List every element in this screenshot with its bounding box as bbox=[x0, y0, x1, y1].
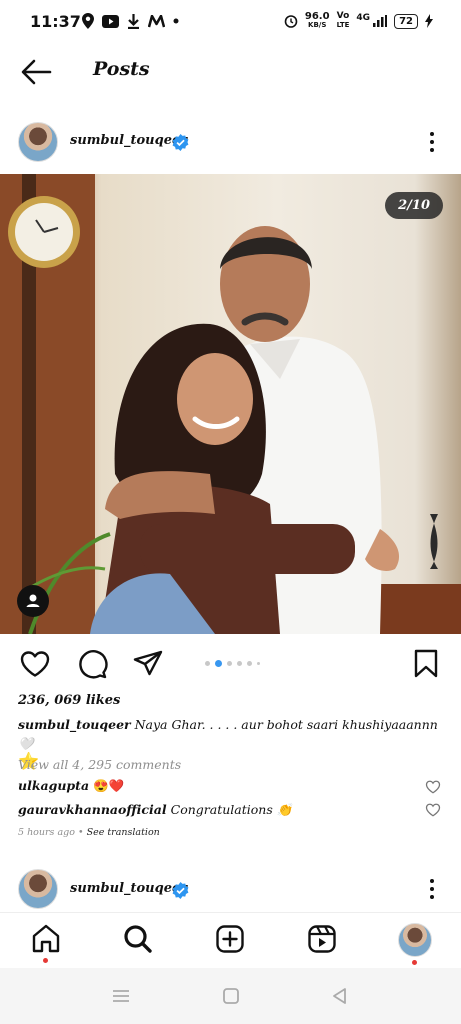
carousel-indicator bbox=[205, 660, 260, 667]
send-icon[interactable] bbox=[132, 648, 164, 680]
kebab-icon[interactable] bbox=[422, 877, 442, 901]
carousel-dot bbox=[257, 662, 260, 665]
network-type: 4G bbox=[356, 13, 371, 23]
comment-row: ulkagupta 😍❤️ bbox=[18, 778, 124, 794]
caption-username[interactable]: sumbul_touqeer bbox=[18, 717, 131, 732]
likes-count[interactable]: 236, 069 likes bbox=[18, 693, 120, 708]
comment-icon[interactable] bbox=[76, 648, 108, 680]
profile-avatar[interactable] bbox=[398, 923, 432, 957]
post-header: sumbul_touqeer bbox=[0, 118, 461, 166]
menu-icon[interactable] bbox=[111, 986, 131, 1006]
search-icon[interactable] bbox=[122, 923, 154, 955]
meta-separator: • bbox=[77, 827, 84, 838]
post-username[interactable]: sumbul_touqeer bbox=[70, 133, 187, 148]
plus-square-icon[interactable] bbox=[214, 923, 246, 955]
reels-icon[interactable] bbox=[306, 923, 338, 955]
volte-bottom: LTE bbox=[336, 21, 350, 29]
post-username[interactable]: sumbul_touqeer bbox=[70, 881, 187, 896]
avatar[interactable] bbox=[18, 869, 58, 909]
arrow-left-icon[interactable] bbox=[20, 58, 52, 86]
bookmark-icon[interactable] bbox=[410, 648, 442, 680]
carousel-dot bbox=[247, 661, 252, 666]
system-navigation-bar bbox=[0, 968, 461, 1024]
comment-text: 😍❤️ bbox=[93, 778, 125, 793]
carousel-counter: 2/10 bbox=[385, 192, 443, 219]
net-speed-unit: KB/S bbox=[308, 21, 327, 29]
net-speed: 96.0 KB/S bbox=[305, 12, 330, 30]
see-translation[interactable]: See translation bbox=[87, 827, 160, 838]
location-icon bbox=[82, 13, 94, 29]
profile-notification-dot bbox=[412, 960, 417, 965]
kebab-icon[interactable] bbox=[422, 130, 442, 154]
status-notification-icons bbox=[82, 13, 179, 29]
youtube-icon bbox=[102, 14, 119, 28]
post-photo bbox=[0, 174, 461, 634]
comment-like-heart-icon[interactable] bbox=[425, 779, 441, 795]
volte-indicator: Vo LTE bbox=[337, 12, 350, 30]
carousel-dot bbox=[227, 661, 232, 666]
post-actions bbox=[0, 645, 461, 685]
post-image[interactable]: 2/10 bbox=[0, 174, 461, 634]
comment-row: gauravkhannaofficial Congratulations 👏 bbox=[18, 802, 292, 818]
post-meta: 5 hours ago • See translation bbox=[18, 827, 160, 838]
comment-like-heart-icon[interactable] bbox=[425, 802, 441, 818]
status-bar: 11:37 96.0 KB/S Vo LTE 4G 72 bbox=[0, 0, 461, 44]
verified-badge-icon bbox=[172, 882, 189, 899]
verified-badge-icon bbox=[172, 134, 189, 151]
next-post-header: sumbul_touqeer bbox=[0, 866, 461, 914]
carousel-dot bbox=[237, 661, 242, 666]
comment-text: Congratulations 👏 bbox=[170, 802, 293, 817]
comment-username[interactable]: gauravkhannaofficial bbox=[18, 802, 167, 817]
download-icon bbox=[128, 13, 139, 29]
home-icon[interactable] bbox=[30, 923, 62, 955]
carousel-dot-active bbox=[215, 660, 222, 667]
status-time: 11:37 bbox=[30, 12, 81, 31]
battery-indicator: 72 bbox=[394, 13, 418, 29]
back-triangle-icon[interactable] bbox=[330, 986, 350, 1006]
signal-icon bbox=[373, 15, 388, 27]
bottom-nav bbox=[0, 912, 461, 969]
user-tag-icon bbox=[26, 594, 40, 607]
avatar[interactable] bbox=[18, 122, 58, 162]
charging-icon bbox=[425, 14, 433, 28]
heart-icon[interactable] bbox=[19, 648, 51, 680]
status-system-icons: 96.0 KB/S Vo LTE 4G 72 bbox=[284, 12, 433, 30]
home-square-icon[interactable] bbox=[221, 986, 241, 1006]
volte-top: Vo bbox=[336, 11, 350, 21]
net-speed-value: 96.0 bbox=[304, 11, 330, 22]
comment-username[interactable]: ulkagupta bbox=[18, 778, 89, 793]
tagged-people-button[interactable] bbox=[17, 585, 49, 617]
page-title: Posts bbox=[93, 58, 150, 80]
carousel-dot bbox=[205, 661, 210, 666]
more-notifications-dot-icon bbox=[173, 18, 179, 24]
home-notification-dot bbox=[43, 958, 48, 963]
view-all-comments[interactable]: View all 4, 295 comments bbox=[18, 757, 181, 772]
alarm-icon bbox=[284, 15, 298, 28]
time-ago: 5 hours ago bbox=[18, 827, 75, 838]
app-m-icon bbox=[148, 14, 165, 27]
top-bar: Posts bbox=[0, 46, 461, 98]
